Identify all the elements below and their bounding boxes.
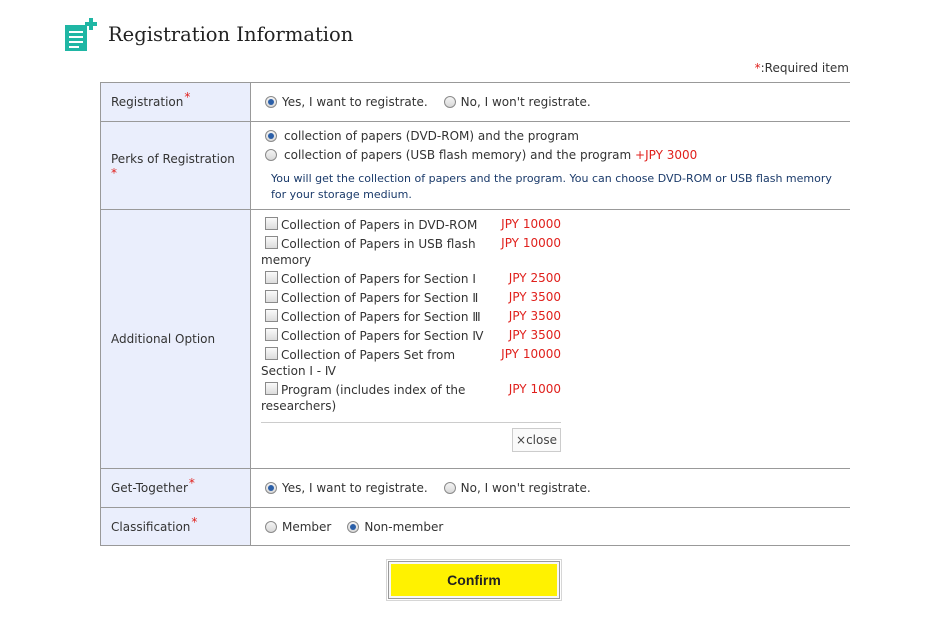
radio-selected-icon[interactable]	[265, 129, 277, 142]
list-item: Collection of Papers for Section Ⅰ JPY 2…	[261, 271, 561, 287]
option-price: JPY 10000	[501, 236, 561, 250]
required-marker: *	[188, 476, 195, 490]
row-get-together: Get-Together* Yes, I want to registrate.…	[100, 468, 850, 508]
confirm-button[interactable]: Confirm	[386, 559, 562, 601]
list-item: Collection of Papers for Section Ⅳ JPY 3…	[261, 328, 561, 344]
classification-member-radio[interactable]: Member	[265, 520, 331, 534]
option-price: JPY 10000	[501, 347, 561, 361]
option-price: JPY 3500	[508, 328, 561, 342]
option-checkbox[interactable]	[265, 290, 278, 303]
list-item: Collection of Papers for Section Ⅲ JPY 3…	[261, 309, 561, 325]
label-registration: Registration*	[100, 82, 251, 122]
required-marker: *	[184, 90, 191, 104]
option-checkbox[interactable]	[265, 217, 278, 230]
perk-usb-radio[interactable]: collection of papers (USB flash memory) …	[265, 148, 697, 162]
option-price: JPY 2500	[508, 271, 561, 285]
label-perks: Perks of Registration *	[100, 121, 251, 210]
usb-price: +JPY 3000	[635, 147, 698, 162]
required-note-text: :Required item	[760, 61, 849, 75]
radio-selected-icon[interactable]	[265, 482, 277, 494]
label-get-together: Get-Together*	[100, 468, 251, 508]
list-item: Collection of Papers Set from Section Ⅰ …	[261, 347, 561, 378]
perk-dvd-radio[interactable]: collection of papers (DVD-ROM) and the p…	[265, 129, 579, 143]
required-marker: *	[191, 514, 198, 529]
row-registration: Registration* Yes, I want to registrate.…	[100, 82, 850, 122]
list-item: Collection of Papers in USB flash memory…	[261, 236, 561, 267]
row-additional-option: Additional Option Collection of Papers i…	[100, 209, 850, 469]
list-item: Collection of Papers in DVD-ROM JPY 1000…	[261, 217, 561, 233]
radio-unselected-icon[interactable]	[265, 520, 277, 533]
option-checkbox[interactable]	[265, 347, 278, 360]
option-price: JPY 3500	[508, 309, 561, 323]
option-price: JPY 1000	[508, 382, 561, 396]
row-perks: Perks of Registration * collection of pap…	[100, 121, 850, 210]
page-title: Registration Information	[108, 23, 354, 46]
option-checkbox[interactable]	[265, 236, 278, 249]
perks-note: You will get the collection of papers an…	[271, 171, 832, 201]
row-classification: Classification* Member Non-member	[100, 507, 850, 546]
document-add-icon	[65, 18, 97, 51]
radio-unselected-icon[interactable]	[443, 96, 456, 108]
option-checkbox[interactable]	[265, 328, 278, 341]
registration-form-table: Registration* Yes, I want to registrate.…	[100, 82, 850, 546]
registration-yes-radio[interactable]: Yes, I want to registrate.	[265, 95, 428, 109]
option-checkbox[interactable]	[265, 309, 278, 322]
radio-unselected-icon[interactable]	[443, 482, 456, 494]
required-marker: *	[111, 165, 117, 180]
list-item: Program (includes index of the researche…	[261, 382, 561, 413]
get-together-yes-radio[interactable]: Yes, I want to registrate.	[265, 481, 428, 495]
classification-non-member-radio[interactable]: Non-member	[347, 520, 443, 534]
additional-option-list: Collection of Papers in DVD-ROM JPY 1000…	[261, 210, 561, 457]
list-item: Collection of Papers for Section Ⅱ JPY 3…	[261, 290, 561, 306]
option-price: JPY 3500	[508, 290, 561, 304]
required-note: *:Required item	[755, 61, 849, 75]
option-checkbox[interactable]	[265, 271, 278, 284]
close-row: ×close	[261, 422, 561, 457]
radio-unselected-icon[interactable]	[265, 148, 277, 161]
registration-no-radio[interactable]: No, I won't registrate.	[443, 95, 591, 109]
option-checkbox[interactable]	[265, 382, 278, 395]
label-classification: Classification*	[100, 507, 251, 546]
get-together-no-radio[interactable]: No, I won't registrate.	[443, 481, 591, 495]
close-button[interactable]: ×close	[512, 428, 561, 452]
label-additional-option: Additional Option	[100, 209, 251, 469]
radio-selected-icon[interactable]	[265, 96, 277, 108]
option-price: JPY 10000	[501, 217, 561, 231]
radio-selected-icon[interactable]	[347, 520, 360, 533]
